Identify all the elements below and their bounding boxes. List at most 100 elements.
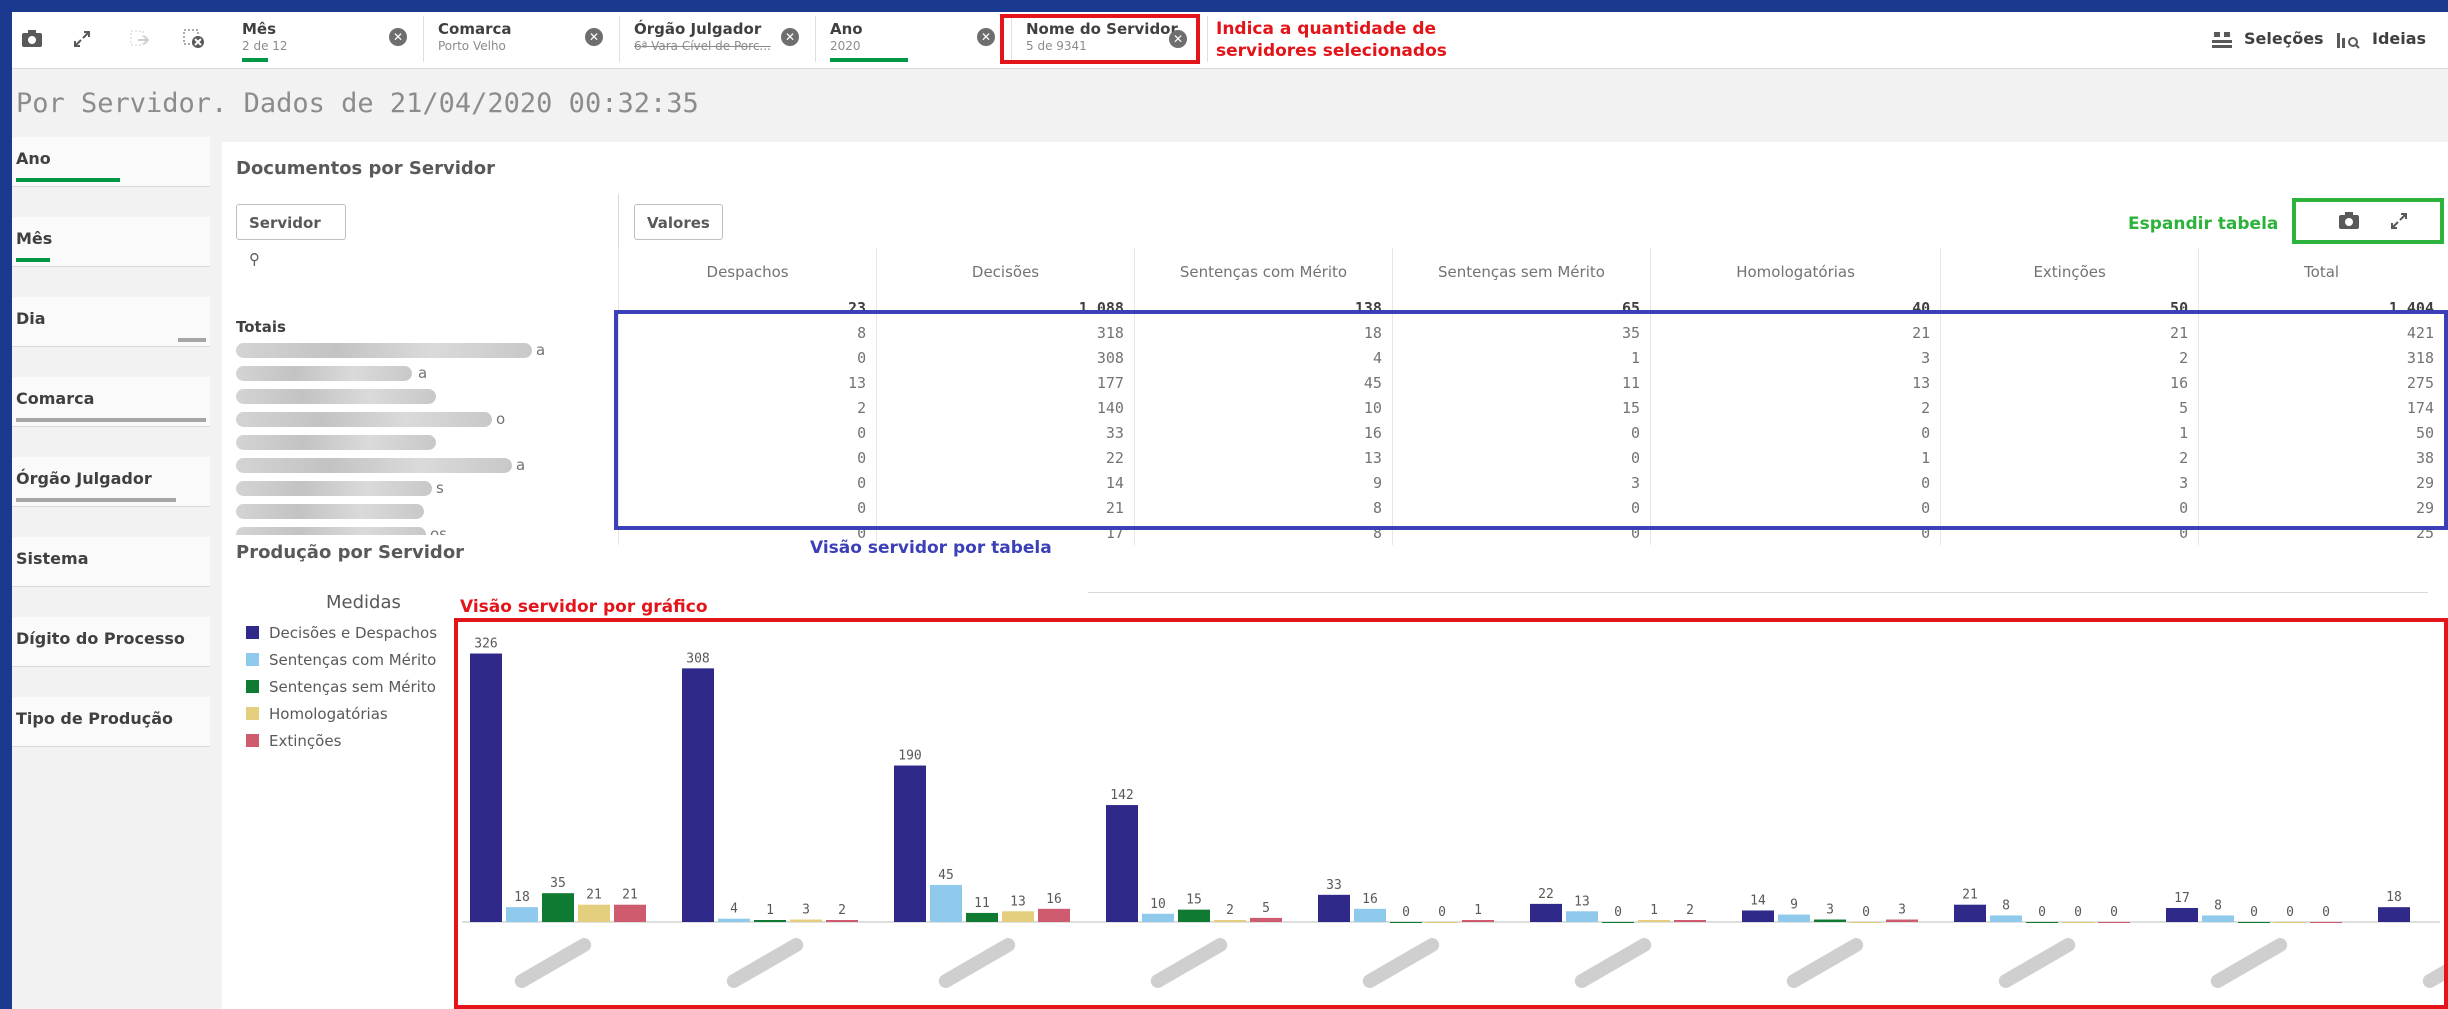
close-icon[interactable]: ✕ bbox=[389, 28, 407, 46]
column-header[interactable]: Despachos bbox=[617, 248, 877, 295]
name-row[interactable] bbox=[236, 431, 616, 454]
chart-bar[interactable] bbox=[930, 884, 962, 922]
chart-bar[interactable] bbox=[2274, 922, 2306, 923]
chart-bar[interactable] bbox=[1566, 911, 1598, 922]
chart-bar[interactable] bbox=[1318, 894, 1350, 922]
name-row[interactable]: a bbox=[236, 454, 616, 477]
column-header[interactable]: Extinções bbox=[1940, 248, 2199, 295]
chart-bar[interactable] bbox=[2202, 915, 2234, 922]
annotation-expand-table: Espandir tabela bbox=[2128, 214, 2279, 234]
legend-item[interactable]: Sentenças com Mérito bbox=[246, 651, 436, 669]
column-header[interactable]: Decisões bbox=[876, 248, 1135, 295]
column-header[interactable]: Homologatórias bbox=[1649, 248, 1941, 295]
clear-selections-icon[interactable] bbox=[180, 26, 208, 52]
chart-bar[interactable] bbox=[1250, 917, 1282, 922]
chart-bar[interactable] bbox=[1742, 910, 1774, 922]
legend-item[interactable]: Extinções bbox=[246, 732, 341, 750]
close-icon[interactable]: ✕ bbox=[977, 28, 995, 46]
chart-bar[interactable] bbox=[826, 920, 858, 922]
column-header[interactable]: Sentenças com Mérito bbox=[1133, 248, 1393, 295]
chart-bar[interactable] bbox=[1390, 922, 1422, 923]
chart-bar[interactable] bbox=[682, 668, 714, 922]
legend-item[interactable]: Homologatórias bbox=[246, 705, 388, 723]
chart-bar[interactable] bbox=[1602, 922, 1634, 923]
chart-bar[interactable] bbox=[2026, 922, 2058, 923]
column-header[interactable]: Sentenças sem Mérito bbox=[1391, 248, 1651, 295]
chart-bar[interactable] bbox=[1354, 908, 1386, 922]
name-row[interactable] bbox=[236, 385, 616, 408]
legend-item[interactable]: Sentenças sem Mérito bbox=[246, 678, 436, 696]
filter-mes[interactable]: Mês bbox=[12, 217, 210, 267]
column-header[interactable]: Total bbox=[2198, 248, 2444, 295]
insights-icon[interactable] bbox=[2334, 27, 2362, 53]
selections-button[interactable]: Seleções bbox=[2244, 29, 2324, 48]
name-row[interactable]: os bbox=[236, 523, 616, 535]
chart-bar[interactable] bbox=[1850, 922, 1882, 923]
chip-orgao-julgador[interactable]: Órgão Julgador 6ª Vara Cível de Porc... … bbox=[620, 16, 816, 62]
chip-comarca[interactable]: Comarca Porto Velho ✕ bbox=[424, 16, 620, 62]
expand-icon[interactable] bbox=[68, 26, 96, 52]
legend-item[interactable]: Decisões e Despachos bbox=[246, 624, 437, 642]
camera-icon[interactable] bbox=[2338, 212, 2360, 234]
chart-bar[interactable] bbox=[1214, 920, 1246, 922]
server-search-button[interactable]: Servidor ⚲ bbox=[236, 204, 346, 268]
chart-bar[interactable] bbox=[578, 904, 610, 922]
chart-bar[interactable] bbox=[542, 893, 574, 922]
name-row[interactable] bbox=[236, 500, 616, 523]
chart-bar[interactable] bbox=[1462, 920, 1494, 922]
chart-bar[interactable] bbox=[1142, 913, 1174, 922]
chart-bar[interactable] bbox=[754, 920, 786, 922]
filter-orgao-julgador[interactable]: Órgão Julgador bbox=[12, 457, 210, 507]
chart-bar[interactable] bbox=[790, 919, 822, 922]
data-label: 142 bbox=[1110, 788, 1133, 803]
chart-bar[interactable] bbox=[2310, 922, 2342, 923]
chart-bar[interactable] bbox=[1674, 920, 1706, 922]
chart-bar[interactable] bbox=[1426, 922, 1458, 923]
filter-sistema[interactable]: Sistema bbox=[12, 537, 210, 587]
chart-bar[interactable] bbox=[1778, 914, 1810, 922]
chart-bar[interactable] bbox=[1106, 805, 1138, 922]
chart-bar[interactable] bbox=[1954, 904, 1986, 922]
filter-selection-bar bbox=[16, 498, 176, 502]
chart-bar[interactable] bbox=[506, 907, 538, 922]
chart-bar[interactable] bbox=[1814, 919, 1846, 922]
chart-bar[interactable] bbox=[1178, 909, 1210, 922]
camera-icon[interactable] bbox=[18, 26, 46, 52]
chart-bar[interactable] bbox=[2378, 907, 2410, 922]
name-row[interactable]: a bbox=[236, 362, 616, 385]
filter-dia[interactable]: Dia bbox=[12, 297, 210, 347]
filter-tipo-de-producao[interactable]: Tipo de Produção bbox=[12, 697, 210, 747]
chart-bar[interactable] bbox=[1530, 903, 1562, 922]
name-row[interactable]: s bbox=[236, 477, 616, 500]
chart-bar[interactable] bbox=[1002, 911, 1034, 922]
chart-bar[interactable] bbox=[1038, 908, 1070, 922]
chart-bar[interactable] bbox=[470, 653, 502, 922]
chart-bar[interactable] bbox=[894, 765, 926, 922]
chip-mes[interactable]: Mês 2 de 12 ✕ bbox=[228, 16, 424, 62]
step-forward-icon[interactable] bbox=[126, 26, 154, 52]
close-icon[interactable]: ✕ bbox=[585, 28, 603, 46]
name-row[interactable]: a bbox=[236, 339, 616, 362]
chart-bar[interactable] bbox=[2238, 922, 2270, 923]
filter-digito-do-processo[interactable]: Dígito do Processo bbox=[12, 617, 210, 667]
chip-ano[interactable]: Ano 2020 ✕ bbox=[816, 16, 1012, 62]
name-row[interactable]: o bbox=[236, 408, 616, 431]
chart-bar[interactable] bbox=[718, 918, 750, 922]
chart-bar[interactable] bbox=[1990, 915, 2022, 922]
chart-bar[interactable] bbox=[1886, 919, 1918, 922]
filter-comarca[interactable]: Comarca bbox=[12, 377, 210, 427]
expand-icon[interactable] bbox=[2390, 212, 2408, 234]
filter-ano[interactable]: Ano bbox=[12, 137, 210, 187]
chip-title: Comarca bbox=[438, 20, 512, 38]
chart-bar[interactable] bbox=[966, 912, 998, 922]
chart-bar[interactable] bbox=[2166, 908, 2198, 922]
values-button[interactable]: Valores bbox=[634, 204, 723, 240]
chart-bar[interactable] bbox=[1638, 920, 1670, 922]
close-icon[interactable]: ✕ bbox=[781, 28, 799, 46]
chart-bar[interactable] bbox=[614, 904, 646, 922]
ideas-button[interactable]: Ideias bbox=[2372, 29, 2426, 48]
selections-icon[interactable] bbox=[2208, 28, 2236, 54]
data-label: 2 bbox=[1226, 903, 1234, 918]
chart-bar[interactable] bbox=[2098, 922, 2130, 923]
chart-bar[interactable] bbox=[2062, 922, 2094, 923]
